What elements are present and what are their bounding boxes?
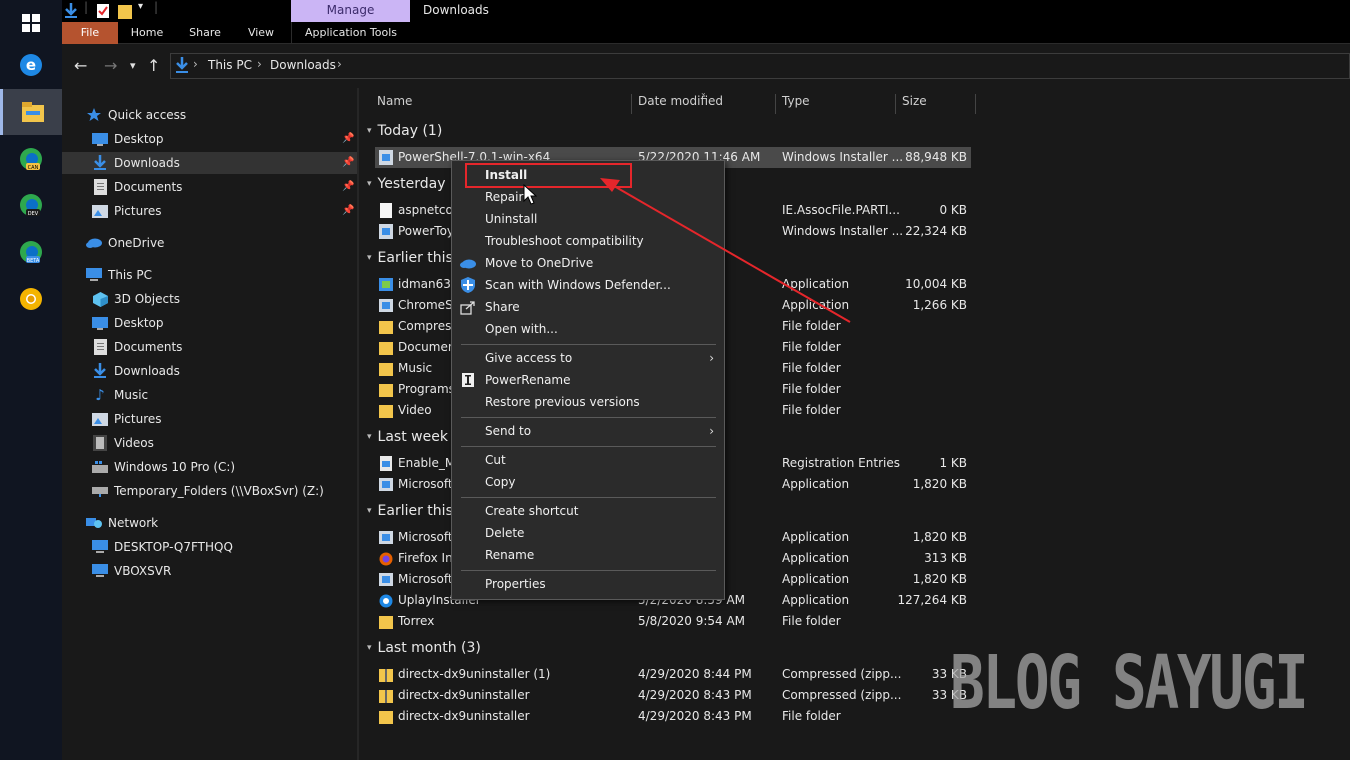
mouse-cursor-icon xyxy=(523,184,537,205)
watermark: BLOG SAYUGI xyxy=(950,640,1309,726)
